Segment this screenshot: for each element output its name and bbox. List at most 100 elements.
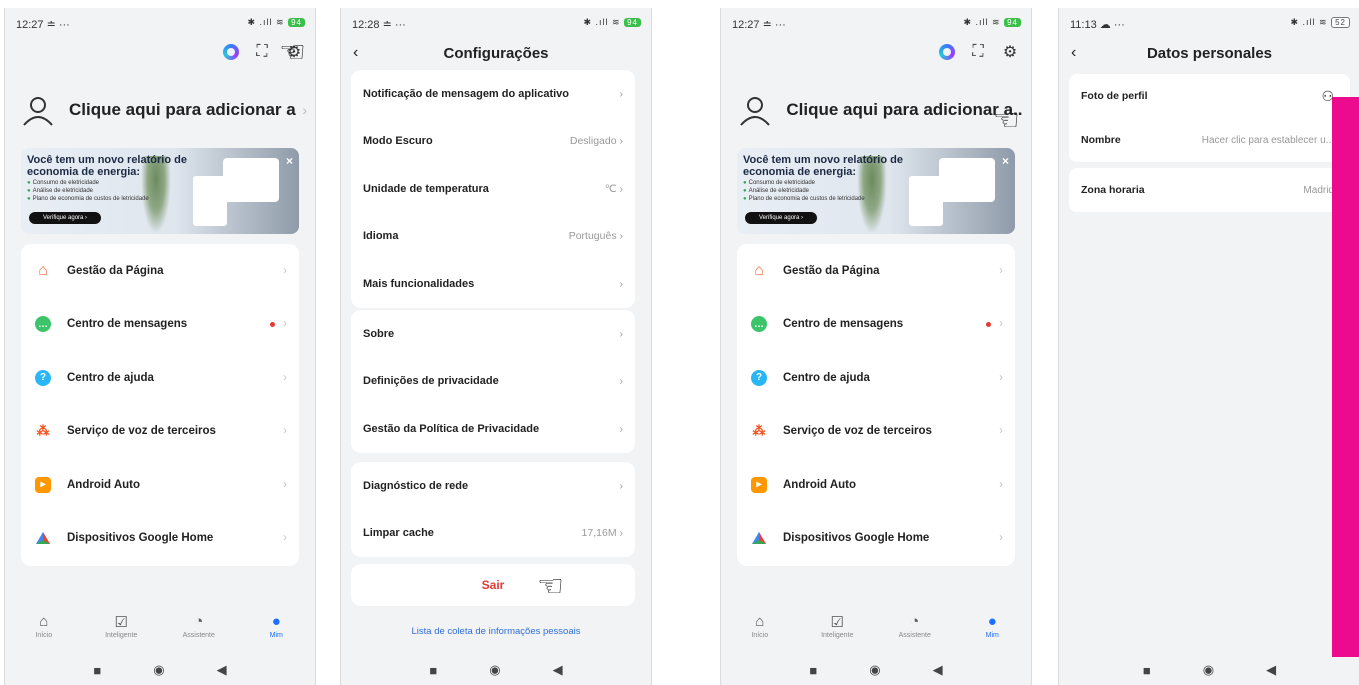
home-button-icon[interactable]: ◉ [869,662,880,678]
energy-report-banner[interactable]: Você tem um novo relatório de economia de… [21,148,299,234]
settings-header: ‹ Configurações [341,38,651,68]
menu-item-help[interactable]: ? Centro de ajuda › [737,351,1015,405]
help-icon: ? [751,369,767,386]
back-triangle-icon[interactable]: ◀ [553,662,563,678]
profile-header[interactable]: Clique aqui para adicionar a... [737,86,1023,134]
personal-data-header: ‹ Datos personales [1059,38,1359,68]
personal-group-1: Foto de perfil ⚇ Nombre Hacer clic para es… [1069,74,1350,162]
close-icon[interactable]: × [286,154,293,168]
banner-item: Análise de eletricidade [743,188,809,194]
setting-row[interactable]: Sobre › [351,310,635,358]
message-icon: … [35,316,51,333]
tab-me[interactable]: ● Mim [246,613,306,653]
setting-row[interactable]: Idioma Português › [351,213,635,261]
verify-now-button[interactable]: Verifique agora › [29,212,102,224]
chevron-right-icon: › [999,425,1003,438]
recents-icon[interactable]: ■ [429,663,437,678]
menu-label: Serviço de voz de terceiros [783,425,932,438]
setting-row[interactable]: Definições de privacidade › [351,358,635,406]
setting-row[interactable]: Mais funcionalidades › [351,260,635,308]
phone-screen-settings: 12:28 ≐ ··· ✱ .ıll ≋ 94 ‹ Configurações … [340,8,652,685]
battery-badge: 94 [288,18,305,27]
menu-label: Serviço de voz de terceiros [67,425,216,438]
profile-name: Clique aqui para adicionar a... [786,100,1023,119]
menu-label: Dispositivos Google Home [783,532,930,545]
chevron-right-icon: › [619,87,624,100]
assistant-orb-icon[interactable] [939,44,955,60]
person-icon: ● [987,613,997,630]
settings-gear-icon[interactable]: ⚙ [1001,42,1019,62]
status-bar: 12:27 ≐ ··· ✱ .ıll ≋ 94 [721,8,1031,36]
name-row[interactable]: Nombre Hacer clic para establecer u... [1069,118,1350,162]
back-arrow-icon[interactable]: ‹ [1071,44,1076,62]
close-icon[interactable]: × [1002,154,1009,168]
tab-home[interactable]: ⌂ Início [14,613,74,653]
tab-assistant[interactable]: ◔ Assistente [169,613,229,653]
menu-item-page-management[interactable]: ⌂ Gestão da Página › [737,244,1015,298]
setting-row[interactable]: Unidade de temperatura ℃ › [351,165,635,213]
row-value: Madrid [1303,184,1334,196]
setting-row[interactable]: Diagnóstico de rede › [351,462,635,510]
battery-badge: 94 [1004,18,1021,27]
logout-label: Sair [481,578,505,592]
highlight-bar [1332,97,1359,657]
setting-row[interactable]: Limpar cache 17,16M › [351,510,635,558]
scan-icon[interactable]: ⛶ [253,43,271,61]
recents-icon[interactable]: ■ [93,663,101,678]
menu-item-voice[interactable]: ⁂ Serviço de voz de terceiros › [21,405,299,459]
menu-item-help[interactable]: ? Centro de ajuda › [21,351,299,405]
scan-icon[interactable]: ⛶ [969,43,987,61]
energy-report-banner[interactable]: Você tem um novo relatório de economia de… [737,148,1015,234]
home-tab-icon: ⌂ [39,613,49,630]
verify-now-button[interactable]: Verifique agora › [745,212,818,224]
setting-label: Definições de privacidade [363,375,499,388]
timezone-row[interactable]: Zona horaria Madrid [1069,168,1350,212]
back-triangle-icon[interactable]: ◀ [933,662,943,678]
home-button-icon[interactable]: ◉ [1203,662,1214,678]
value-text: Desligado [569,135,617,148]
menu-item-page-management[interactable]: ⌂ Gestão da Página › [21,244,299,298]
chart-card-image [939,158,995,202]
google-home-icon [35,530,51,546]
page-title: Configurações [443,44,549,62]
phone-screen-me-2: 12:27 ≐ ··· ✱ .ıll ≋ 94 ⛶ ⚙ Clique aqui … [720,8,1032,685]
menu-label: Dispositivos Google Home [67,532,214,545]
tab-smart[interactable]: ☑ Inteligente [91,613,151,653]
tab-me[interactable]: ● Mim [962,613,1022,653]
home-button-icon[interactable]: ◉ [489,662,500,678]
recents-icon[interactable]: ■ [1143,663,1151,678]
setting-row[interactable]: Notificação de mensagem do aplicativo › [351,70,635,118]
assistant-orb-icon[interactable] [223,44,239,60]
chevron-right-icon: › [619,375,624,388]
back-triangle-icon[interactable]: ◀ [217,662,227,678]
unread-dot [986,321,991,327]
tab-smart[interactable]: ☑ Inteligente [807,613,867,653]
avatar-icon [737,92,772,128]
check-square-icon: ☑ [114,614,128,631]
logout-button[interactable]: Sair [351,564,635,606]
menu-item-messages[interactable]: … Centro de mensagens › [21,298,299,352]
profile-header[interactable]: Clique aqui para adicionar a... › [21,86,307,134]
setting-row[interactable]: Gestão da Política de Privacidade › [351,405,635,453]
tab-assistant[interactable]: ◔ Assistente [885,613,945,653]
status-bar: 11:13 ☁ ··· ✱ .ıll ≋ 52 [1059,8,1359,36]
menu-item-google-home[interactable]: Dispositivos Google Home › [737,512,1015,566]
recents-icon[interactable]: ■ [809,663,817,678]
setting-row[interactable]: Modo Escuro Desligado › [351,118,635,166]
menu-item-voice[interactable]: ⁂ Serviço de voz de terceiros › [737,405,1015,459]
back-triangle-icon[interactable]: ◀ [1266,662,1276,678]
system-nav-bar: ■ ◉ ◀ [1059,655,1359,685]
menu-item-google-home[interactable]: Dispositivos Google Home › [21,512,299,566]
menu-label: Gestão da Página [67,264,164,277]
menu-item-android-auto[interactable]: ▸ Android Auto › [21,458,299,512]
privacy-info-link[interactable]: Lista de coleta de informações pessoais [341,626,651,637]
tab-home[interactable]: ⌂ Início [730,613,790,653]
home-button-icon[interactable]: ◉ [153,662,164,678]
pointing-hand-icon: ☜ [993,104,1020,137]
menu-item-messages[interactable]: … Centro de mensagens › [737,298,1015,352]
menu-item-android-auto[interactable]: ▸ Android Auto › [737,458,1015,512]
back-arrow-icon[interactable]: ‹ [353,44,358,62]
status-icons: ✱ .ıll ≋ 94 [583,17,641,28]
profile-photo-row[interactable]: Foto de perfil ⚇ [1069,74,1350,118]
pointing-hand-icon: ☜ [279,36,306,69]
